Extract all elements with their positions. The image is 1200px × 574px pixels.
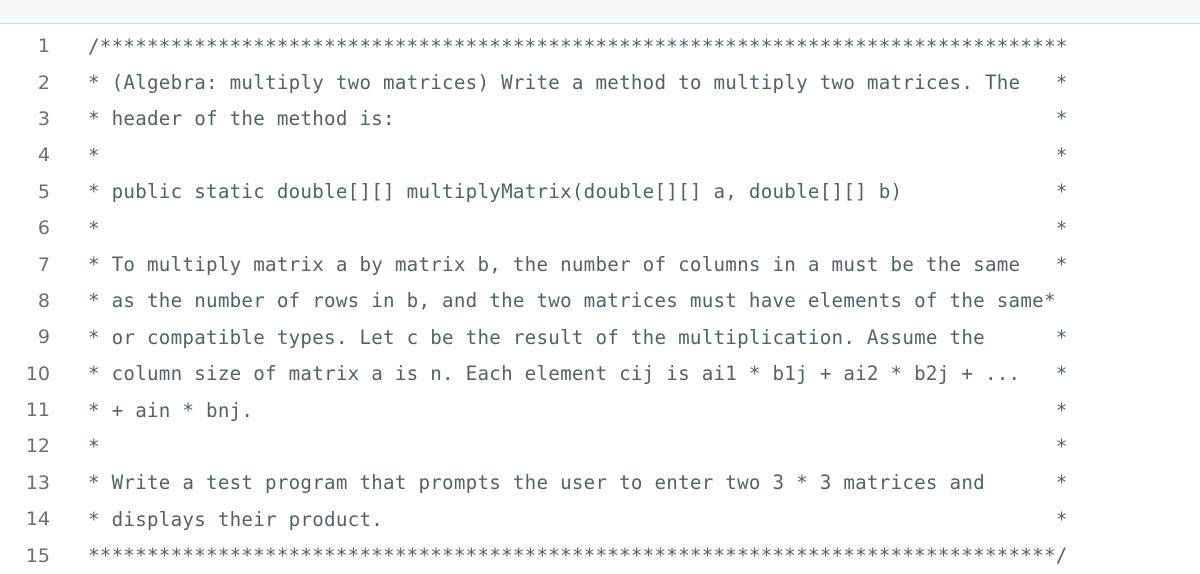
code-line: 11 * + ain * bnj. * [0,392,1200,428]
code-line: 10 * column size of matrix a is n. Each e… [0,356,1200,392]
line-number[interactable]: 3 [0,108,50,130]
line-number[interactable]: 8 [0,290,50,312]
file-header-bar [0,0,1200,24]
code-line: 15 **************************************… [0,537,1200,573]
code-line: 3 * header of the method is: * [0,101,1200,137]
code-text: * + ain * bnj. * [88,398,1068,422]
code-view[interactable]: 1 /**************************************… [0,24,1200,574]
line-number[interactable]: 13 [0,472,50,494]
code-text: * column size of matrix a is n. Each ele… [88,362,1068,386]
code-text: * or compatible types. Let c be the resu… [88,325,1068,349]
code-line: 13 * Write a test program that prompts th… [0,465,1200,501]
code-text: /***************************************… [88,34,1068,58]
code-line: 6 * * [0,210,1200,246]
code-line: 4 * * [0,137,1200,173]
line-number[interactable]: 12 [0,435,50,457]
code-line: 5 * public static double[][] multiplyMatr… [0,174,1200,210]
code-line: 12 * * [0,428,1200,464]
line-number[interactable]: 6 [0,217,50,239]
code-text: * header of the method is: * [88,107,1068,131]
code-text: * public static double[][] multiplyMatri… [88,180,1068,204]
code-text: * * [88,434,1068,458]
code-text: * * [88,216,1068,240]
line-number[interactable]: 14 [0,508,50,530]
code-text: ****************************************… [88,544,1068,568]
line-number[interactable]: 1 [0,35,50,57]
line-number[interactable]: 5 [0,181,50,203]
line-number[interactable]: 7 [0,254,50,276]
code-text: * (Algebra: multiply two matrices) Write… [88,71,1068,95]
code-line: 7 * To multiply matrix a by matrix b, the… [0,246,1200,282]
code-text: * * [88,143,1068,167]
code-line: 9 * or compatible types. Let c be the res… [0,319,1200,355]
code-text: * To multiply matrix a by matrix b, the … [88,253,1068,277]
code-text: * as the number of rows in b, and the tw… [88,289,1056,313]
code-line: 8 * as the number of rows in b, and the t… [0,283,1200,319]
code-line: 1 /**************************************… [0,28,1200,64]
line-number[interactable]: 15 [0,545,50,567]
code-line: 2 * (Algebra: multiply two matrices) Writ… [0,64,1200,100]
line-number[interactable]: 11 [0,399,50,421]
code-line: 14 * displays their product. * [0,501,1200,537]
line-number[interactable]: 4 [0,144,50,166]
code-text: * displays their product. * [88,507,1068,531]
line-number[interactable]: 2 [0,72,50,94]
line-number[interactable]: 9 [0,326,50,348]
line-number[interactable]: 10 [0,363,50,385]
code-text: * Write a test program that prompts the … [88,471,1068,495]
